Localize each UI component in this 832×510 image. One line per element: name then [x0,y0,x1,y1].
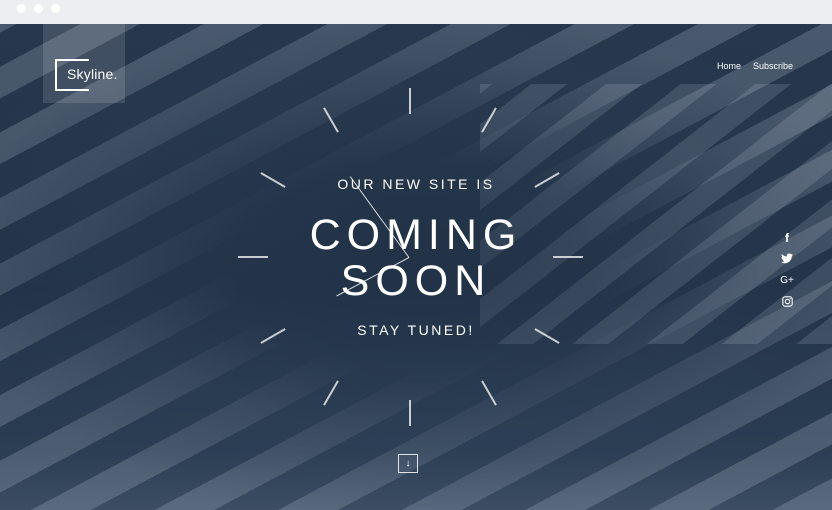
headline-title-line1: COMING [309,211,523,259]
hero-section: Skyline. Home Subscribe OUR NEW SITE IS … [0,24,832,510]
google-plus-icon[interactable]: G+ [778,273,796,289]
scroll-down-button[interactable]: ↓ [398,454,418,473]
clock-tick [409,88,411,114]
facebook-icon[interactable]: f [778,230,796,246]
twitter-icon[interactable] [778,251,796,267]
instagram-icon[interactable] [778,294,796,310]
nav-subscribe-link[interactable]: Subscribe [753,61,793,71]
headline-subtitle-bottom: STAY TUNED! [357,322,475,338]
window-dot-icon [34,4,43,13]
nav-home-link[interactable]: Home [717,61,741,71]
window-dot-icon [17,4,26,13]
browser-top-bar [0,0,832,24]
logo[interactable]: Skyline. [43,24,125,103]
headline-title-line2: SOON [340,257,492,305]
headline-subtitle-top: OUR NEW SITE IS [337,176,495,192]
clock-tick [409,400,411,426]
window-dot-icon [51,4,60,13]
logo-text: Skyline. [67,66,118,82]
